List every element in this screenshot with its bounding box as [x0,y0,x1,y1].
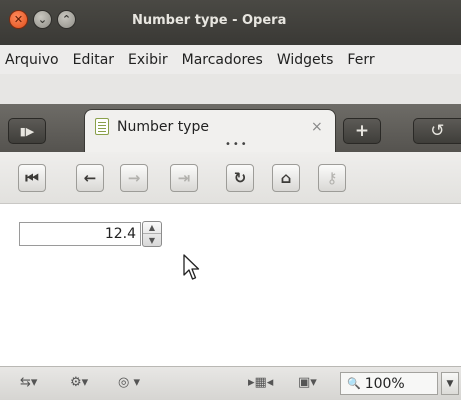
key-icon: ⚷ [326,169,338,187]
mouse-cursor-icon [183,254,200,280]
window-minimize-button[interactable]: ⌄ [33,10,52,29]
window-title: Number type - Opera [132,13,287,28]
new-tab-button[interactable]: + [343,118,381,144]
triangle-down-icon: ▼ [148,235,156,245]
zoom-dropdown-button[interactable]: ▼ [441,372,459,395]
arrow-right-icon: → [127,169,141,187]
reload-button[interactable]: ↻ [226,164,254,192]
triangle-up-icon: ▲ [148,223,156,232]
arrow-left-icon: ← [83,169,97,187]
menu-arquivo[interactable]: Arquivo [5,52,59,68]
fast-forward-icon: ⇥ [177,169,191,187]
menu-bar: Arquivo Editar Exibir Marcadores Widgets… [0,45,461,74]
menu-editar[interactable]: Editar [73,52,114,68]
title-bar: ✕ ⌄ ⌃ Number type - Opera [0,0,461,45]
panel-toggle-button[interactable]: ▮▶ [8,118,46,144]
fast-forward-button[interactable]: ⇥ [170,164,198,192]
tab-close-icon[interactable]: × [311,119,323,135]
panel-toggle-icon: ▮▶ [19,124,35,138]
status-bar: ⇆▾ ⚙▾ ◎ ▾ ▸▦◂ ▣▾ 🔍 100% ▼ [0,366,461,400]
spin-down-button[interactable]: ▼ [143,234,161,246]
spin-up-button[interactable]: ▲ [143,222,161,234]
home-button[interactable]: ⌂ [272,164,300,192]
rewind-button[interactable]: ⏮ [18,164,46,192]
number-spinner[interactable]: ▲ ▼ [142,221,162,247]
closed-tabs-button[interactable]: ↺ [413,118,461,144]
chevron-down-icon: ▼ [446,378,454,389]
tab-title: Number type [117,119,209,135]
trash-restore-icon: ↺ [430,121,445,141]
zoom-field[interactable]: 🔍 100% [340,372,438,395]
sync-icon[interactable]: ⇆▾ [20,375,37,390]
plus-icon: + [354,121,370,141]
reload-icon: ↻ [233,169,247,187]
rewind-icon: ⏮ [25,169,39,187]
turbo-icon[interactable]: ◎ ▾ [118,375,140,390]
document-icon [95,118,109,135]
menu-ferramentas[interactable]: Ferr [347,52,374,68]
tab-preview-handle[interactable]: ••• [225,139,249,150]
page-content: ▲ ▼ [0,204,461,366]
menu-marcadores[interactable]: Marcadores [182,52,263,68]
toolbar-spacer [0,74,461,104]
tab-number-type[interactable]: Number type × ••• [84,109,336,152]
menu-exibir[interactable]: Exibir [128,52,168,68]
back-button[interactable]: ← [76,164,104,192]
home-icon: ⌂ [280,169,292,187]
panel-icon[interactable]: ▸▦◂ [248,375,273,390]
unite-icon[interactable]: ⚙▾ [70,375,88,390]
number-input[interactable] [19,222,141,246]
wand-button[interactable]: ⚷ [318,164,346,192]
navigation-toolbar: ⏮ ← → ⇥ ↻ ⌂ ⚷ [0,152,461,204]
zoom-value: 100% [364,375,405,392]
tab-bar: ▮▶ Number type × ••• + ↺ [0,104,461,152]
window-close-button[interactable]: ✕ [9,10,28,29]
window-maximize-button[interactable]: ⌃ [57,10,76,29]
magnifier-icon: 🔍 [347,377,361,390]
forward-button[interactable]: → [120,164,148,192]
menu-widgets[interactable]: Widgets [277,52,334,68]
image-toggle-icon[interactable]: ▣▾ [298,375,317,390]
